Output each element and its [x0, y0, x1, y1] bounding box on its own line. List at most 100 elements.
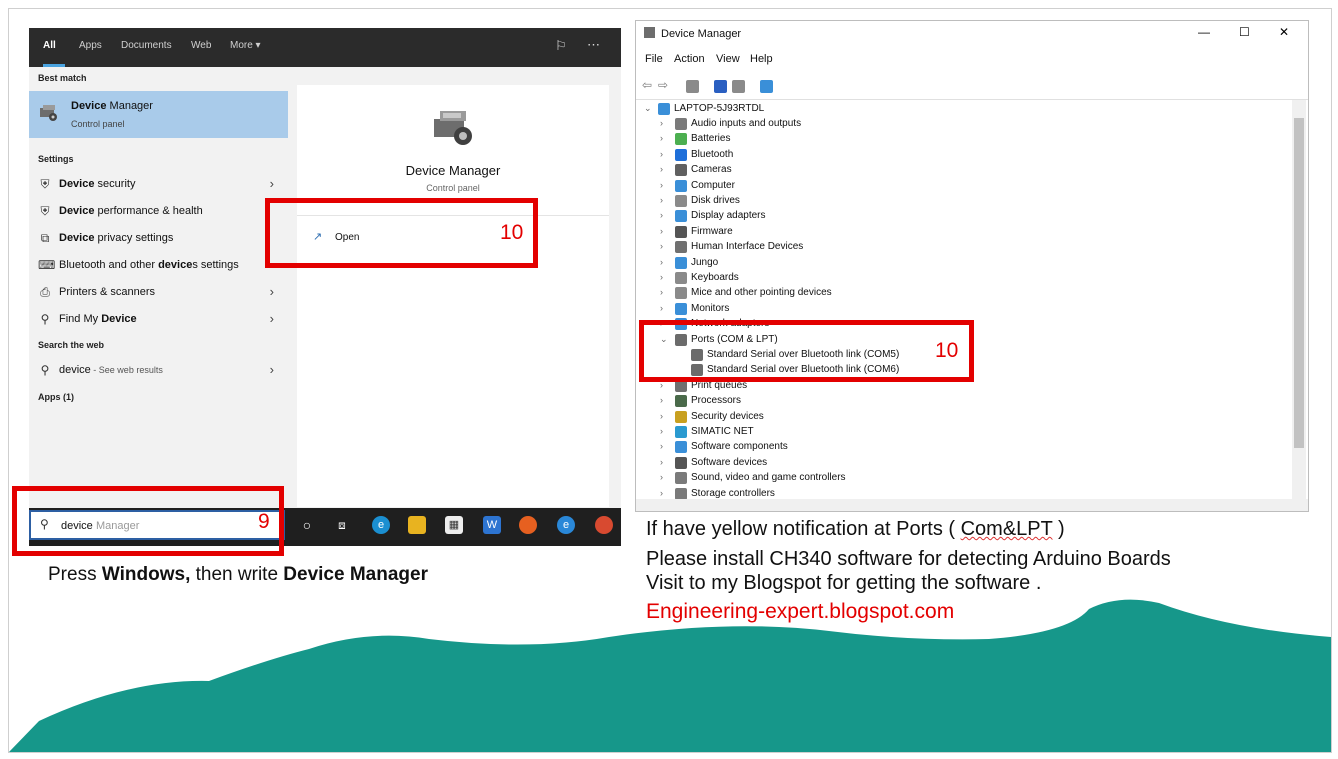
note-line-1: If have yellow notification at Ports ( C… — [646, 518, 1065, 541]
cortana-icon[interactable]: ○ — [298, 516, 316, 534]
chevron-right-icon[interactable]: › — [660, 488, 663, 498]
chevron-right-icon[interactable]: › — [660, 472, 663, 482]
chevron-right-icon[interactable]: › — [660, 303, 663, 313]
preview-subtitle: Control panel — [426, 183, 480, 193]
tree-category[interactable]: › Software components — [636, 440, 1276, 455]
blog-link[interactable]: Engineering-expert.blogspot.com — [646, 600, 954, 624]
tree-category[interactable]: › Firmware — [636, 225, 1276, 240]
vertical-scrollbar[interactable] — [1292, 100, 1306, 500]
scroll-thumb[interactable] — [1294, 118, 1304, 448]
chevron-right-icon[interactable]: › — [660, 441, 663, 451]
tree-category[interactable]: › Sound, video and game controllers — [636, 471, 1276, 486]
device-category-icon — [675, 133, 687, 146]
chevron-right-icon[interactable]: › — [660, 118, 663, 128]
tree-category[interactable]: › Batteries — [636, 132, 1276, 147]
tree-category-label: Keyboards — [691, 272, 739, 283]
tree-category[interactable]: › Disk drives — [636, 194, 1276, 209]
chevron-right-icon: › — [269, 176, 274, 191]
tree-category[interactable]: › Bluetooth — [636, 148, 1276, 163]
chevron-right-icon[interactable]: › — [660, 226, 663, 236]
tree-category[interactable]: › Software devices — [636, 456, 1276, 471]
tree-category[interactable]: › Security devices — [636, 410, 1276, 425]
tree-category[interactable]: › Computer — [636, 179, 1276, 194]
chevron-right-icon[interactable]: › — [660, 457, 663, 467]
feedback-icon[interactable]: ⚐ — [555, 38, 567, 54]
tree-category[interactable]: › Audio inputs and outputs — [636, 117, 1276, 132]
chevron-right-icon[interactable]: › — [660, 133, 663, 143]
web-search-result[interactable]: ⚲ device - See web results › — [29, 357, 288, 383]
tree-root-computer[interactable]: ⌄ LAPTOP-5J93RTDL — [636, 102, 1276, 117]
chevron-right-icon[interactable]: › — [660, 210, 663, 220]
tree-category[interactable]: › Keyboards — [636, 271, 1276, 286]
device-category-icon — [675, 287, 687, 300]
settings-result-2[interactable]: ⧉ Device privacy settings — [29, 225, 288, 251]
horizontal-scrollbar[interactable] — [636, 499, 1308, 511]
label-match: Device — [59, 205, 95, 217]
menu-view[interactable]: View — [716, 53, 740, 65]
chrome-icon[interactable] — [595, 516, 613, 534]
tree-category[interactable]: › Monitors — [636, 302, 1276, 317]
settings-result-5[interactable]: ⚲ Find My Device › — [29, 306, 288, 332]
device-category-icon — [675, 426, 687, 438]
file-explorer-icon[interactable] — [408, 516, 426, 534]
label-part: Printers & scanners — [59, 286, 155, 298]
menu-file[interactable]: File — [645, 53, 663, 65]
chevron-right-icon[interactable]: › — [660, 395, 663, 405]
settings-result-3[interactable]: ⌨ Bluetooth and other devices settings — [29, 252, 288, 278]
internet-explorer-icon[interactable]: e — [557, 516, 575, 534]
settings-result-1[interactable]: ⛨ Device performance & health — [29, 198, 288, 224]
help-icon[interactable] — [714, 80, 727, 93]
firefox-icon[interactable] — [519, 516, 537, 534]
forward-arrow-icon[interactable]: ⇨ — [658, 78, 671, 92]
chevron-right-icon[interactable]: › — [660, 149, 663, 159]
tree-category[interactable]: › Human Interface Devices — [636, 240, 1276, 255]
best-match-title-bold: Device — [71, 100, 107, 112]
best-match-device-manager[interactable]: Device Manager Control panel — [29, 91, 288, 138]
tree-category[interactable]: › Display adapters — [636, 209, 1276, 224]
tab-documents[interactable]: Documents — [121, 40, 172, 51]
view-icon[interactable] — [732, 80, 745, 93]
settings-result-label: Device performance & health — [59, 205, 203, 217]
tab-web[interactable]: Web — [191, 40, 211, 51]
chevron-right-icon[interactable]: › — [660, 164, 663, 174]
more-options-icon[interactable]: ⋯ — [587, 37, 600, 53]
back-arrow-icon[interactable]: ⇦ — [642, 78, 655, 92]
tree-category-label: Disk drives — [691, 195, 740, 206]
task-view-icon[interactable]: ⧈ — [333, 516, 351, 534]
properties-icon[interactable] — [686, 80, 699, 93]
chevron-right-icon[interactable]: › — [660, 411, 663, 421]
web-result-term: device — [59, 364, 91, 376]
device-category-icon — [675, 225, 687, 238]
maximize-button[interactable]: ☐ — [1239, 25, 1250, 39]
chevron-right-icon[interactable]: › — [660, 272, 663, 282]
tree-category[interactable]: › Mice and other pointing devices — [636, 286, 1276, 301]
minimize-button[interactable]: — — [1198, 25, 1210, 39]
close-button[interactable]: ✕ — [1279, 25, 1289, 39]
tree-category[interactable]: › Cameras — [636, 163, 1276, 178]
tab-apps[interactable]: Apps — [79, 40, 102, 51]
store-icon[interactable]: ▦ — [445, 516, 463, 534]
tree-category[interactable]: › Storage controllers — [636, 487, 1276, 500]
tab-all[interactable]: All — [43, 40, 56, 51]
device-category-icon — [675, 195, 687, 207]
settings-result-4[interactable]: ⎙ Printers & scanners › — [29, 279, 288, 305]
chevron-right-icon[interactable]: › — [660, 180, 663, 190]
chevron-right-icon[interactable]: › — [660, 195, 663, 205]
chevron-right-icon[interactable]: › — [660, 287, 663, 297]
tree-category[interactable]: › Jungo — [636, 256, 1276, 271]
settings-result-label: Bluetooth and other devices settings — [59, 259, 239, 271]
chevron-right-icon[interactable]: › — [660, 257, 663, 267]
chevron-right-icon[interactable]: › — [660, 426, 663, 436]
tree-category[interactable]: › SIMATIC NET — [636, 425, 1276, 440]
tab-more[interactable]: More ▾ — [230, 40, 261, 51]
settings-result-0[interactable]: ⛨ Device security › — [29, 171, 288, 197]
device-category-icon — [675, 456, 687, 469]
tree-category[interactable]: › Processors — [636, 394, 1276, 409]
scan-hardware-icon[interactable] — [760, 80, 773, 93]
menu-action[interactable]: Action — [674, 53, 705, 65]
menu-help[interactable]: Help — [750, 53, 773, 65]
chevron-right-icon[interactable]: › — [660, 241, 663, 251]
word-online-icon[interactable]: W — [483, 516, 501, 534]
edge-icon[interactable]: e — [372, 516, 390, 534]
device-category-icon — [675, 302, 687, 315]
